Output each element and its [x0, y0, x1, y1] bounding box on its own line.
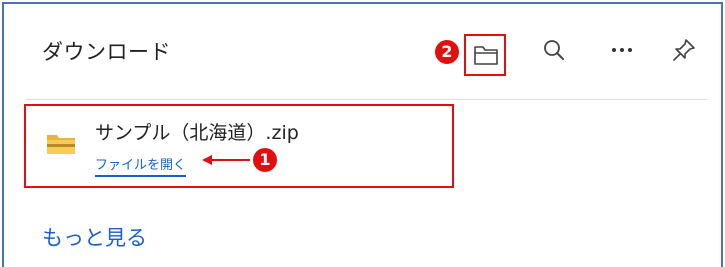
- annotation-arrow: [200, 152, 252, 168]
- header-divider: [26, 99, 707, 100]
- annotation-badge-1: 1: [253, 148, 277, 172]
- see-more-link[interactable]: もっと見る: [42, 222, 147, 252]
- panel-title: ダウンロード: [42, 40, 171, 64]
- open-downloads-folder-button[interactable]: [466, 34, 506, 76]
- download-file-name[interactable]: サンプル（北海道）.zip: [95, 118, 299, 145]
- more-options-button[interactable]: [602, 30, 642, 70]
- pin-icon: [671, 37, 697, 63]
- open-file-link[interactable]: ファイルを開く: [95, 154, 187, 177]
- search-downloads-button[interactable]: [534, 30, 574, 70]
- downloads-panel: ダウンロード 2 サンプル（北海道）.zip ファイルを開く 1 もっと見る: [2, 2, 723, 267]
- annotation-badge-2: 2: [435, 40, 459, 64]
- more-icon: [610, 46, 634, 54]
- search-icon: [542, 38, 566, 62]
- download-item-highlight-box: [24, 104, 454, 188]
- zip-folder-icon: [46, 132, 76, 156]
- pin-panel-button[interactable]: [664, 30, 704, 70]
- folder-icon: [473, 43, 499, 67]
